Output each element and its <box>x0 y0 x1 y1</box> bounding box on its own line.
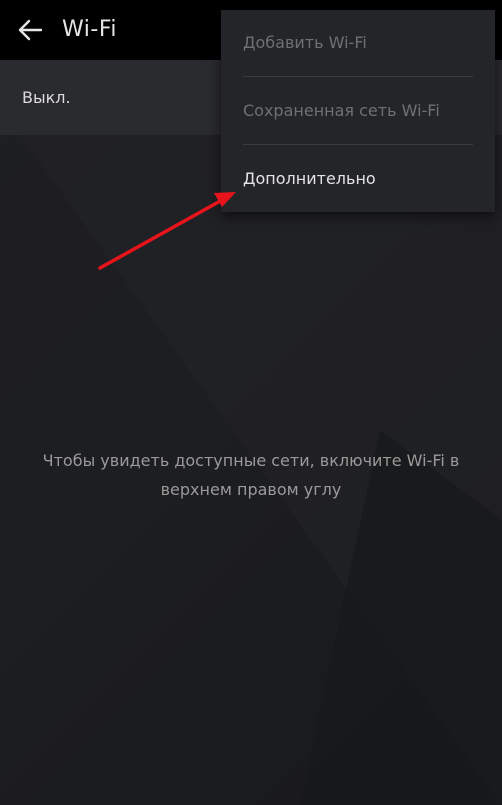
page-title: Wi-Fi <box>62 17 117 42</box>
menu-item-saved-networks[interactable]: Сохраненная сеть Wi-Fi <box>243 81 473 141</box>
overflow-menu: Добавить Wi-Fi Сохраненная сеть Wi-Fi До… <box>221 10 495 212</box>
back-button[interactable] <box>10 10 50 50</box>
annotation-arrow-shaft <box>98 198 224 270</box>
menu-item-label: Сохраненная сеть Wi-Fi <box>243 101 440 120</box>
menu-item-add-wifi[interactable]: Добавить Wi-Fi <box>243 13 473 73</box>
menu-item-label: Дополнительно <box>243 169 376 188</box>
menu-item-advanced[interactable]: Дополнительно <box>243 149 473 209</box>
empty-state-message: Чтобы увидеть доступные сети, включите W… <box>42 451 460 499</box>
menu-divider <box>243 144 473 145</box>
wifi-status-label: Выкл. <box>22 88 71 107</box>
menu-item-label: Добавить Wi-Fi <box>243 33 367 52</box>
menu-divider <box>243 76 473 77</box>
arrow-left-icon <box>18 19 43 41</box>
wifi-settings-screen: Wi-Fi Выкл. Чтобы увидеть доступные сети… <box>0 0 502 805</box>
